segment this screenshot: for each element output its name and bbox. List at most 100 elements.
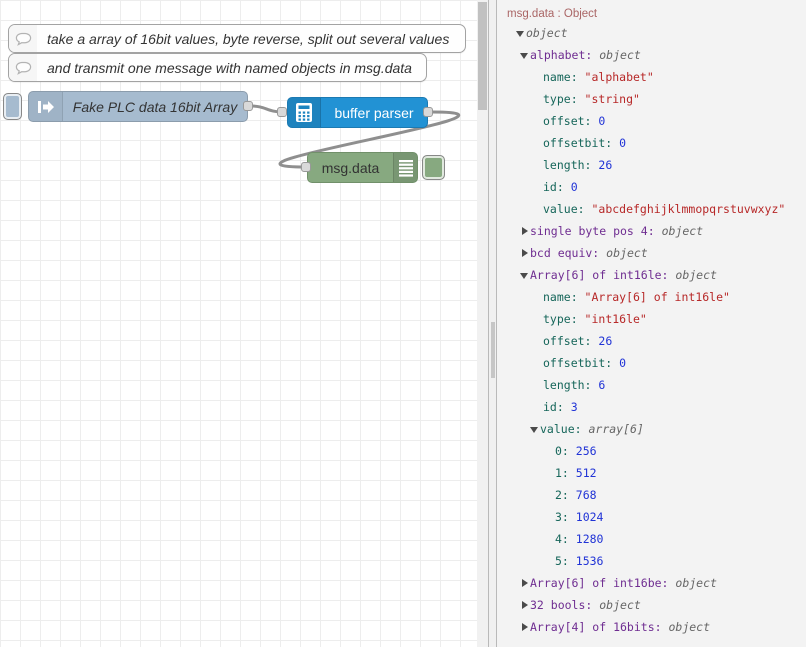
debug-node[interactable]: msg.data [307,152,418,183]
debug-row: 3: 1024 [497,506,806,528]
debug-row: name: "Array[6] of int16le" [497,286,806,308]
debug-key: offset: [543,114,598,128]
debug-key: id: [543,400,571,414]
collapse-arrow-icon[interactable] [520,49,530,61]
debug-key: name: [543,70,585,84]
debug-row: offsetbit: 0 [497,132,806,154]
debug-value: "int16le" [585,312,647,326]
buffer-parser-node[interactable]: buffer parser [287,97,428,128]
debug-tree: objectalphabet: objectname: "alphabet"ty… [497,22,806,638]
debug-row: offset: 26 [497,330,806,352]
debug-value: 0 [619,136,626,150]
calculator-icon [288,98,321,127]
arrow-spacer [533,401,543,413]
debug-value: "abcdefghijklmmopqrstuvwxyz" [591,202,785,216]
arrow-spacer [545,555,555,567]
debug-row: 4: 1280 [497,528,806,550]
expand-arrow-icon[interactable] [520,225,530,237]
debug-key: Array[4] of 16bits: [530,620,668,634]
collapse-arrow-icon[interactable] [530,423,540,435]
separator-grip[interactable] [491,322,495,378]
debug-value: 26 [598,334,612,348]
debug-value: 768 [576,488,597,502]
debug-row[interactable]: single byte pos 4: object [497,220,806,242]
inject-node-label: Fake PLC data 16bit Array [63,99,247,115]
debug-row[interactable]: Array[6] of int16le: object [497,264,806,286]
expand-arrow-icon[interactable] [520,599,530,611]
inject-output-port[interactable] [243,101,253,111]
debug-row: id: 0 [497,176,806,198]
debug-key: type: [543,92,585,106]
debug-key: offsetbit: [543,356,619,370]
arrow-spacer [545,445,555,457]
node-red-editor: take a array of 16bit values, byte rever… [0,0,806,647]
debug-key: offsetbit: [543,136,619,150]
canvas-vertical-scrollbar[interactable] [477,0,488,647]
debug-value: object [606,246,648,260]
buffer-parser-input-port[interactable] [277,107,287,117]
debug-row[interactable]: Array[6] of int16be: object [497,572,806,594]
arrow-spacer [533,181,543,193]
debug-value: 256 [576,444,597,458]
debug-row: length: 26 [497,154,806,176]
debug-key: type: [543,312,585,326]
arrow-spacer [545,489,555,501]
arrow-spacer [533,379,543,391]
debug-toggle-button[interactable] [422,155,445,180]
buffer-parser-label: buffer parser [321,105,427,121]
debug-row[interactable]: bcd equiv: object [497,242,806,264]
debug-key: bcd equiv: [530,246,606,260]
debug-row[interactable]: object [497,22,806,44]
comment-node[interactable]: take a array of 16bit values, byte rever… [8,24,466,53]
arrow-spacer [533,71,543,83]
debug-value: 26 [598,158,612,172]
debug-row[interactable]: value: array[6] [497,418,806,440]
arrow-spacer [533,291,543,303]
debug-key: Array[6] of int16le: [530,268,675,282]
debug-key: id: [543,180,571,194]
arrow-spacer [533,335,543,347]
scrollbar-thumb[interactable] [478,2,487,110]
debug-row: 0: 256 [497,440,806,462]
debug-value: object [599,48,641,62]
debug-input-port[interactable] [301,162,311,172]
debug-key: 0: [555,444,576,458]
collapse-arrow-icon[interactable] [520,269,530,281]
debug-key: 3: [555,510,576,524]
debug-value: 0 [598,114,605,128]
arrow-spacer [533,137,543,149]
debug-row: 5: 1536 [497,550,806,572]
collapse-arrow-icon[interactable] [516,27,526,39]
inject-node[interactable]: Fake PLC data 16bit Array [28,91,248,122]
debug-node-label: msg.data [308,160,393,176]
expand-arrow-icon[interactable] [520,247,530,259]
flow-canvas[interactable]: take a array of 16bit values, byte rever… [0,0,477,647]
inject-icon [29,92,63,121]
debug-value: 1536 [576,554,604,568]
debug-row: type: "int16le" [497,308,806,330]
debug-row: offset: 0 [497,110,806,132]
debug-row: offsetbit: 0 [497,352,806,374]
debug-row: value: "abcdefghijklmmopqrstuvwxyz" [497,198,806,220]
debug-key: name: [543,290,585,304]
debug-value: 0 [571,180,578,194]
arrow-spacer [533,159,543,171]
comment-node[interactable]: and transmit one message with named obje… [8,53,427,82]
comment-label: take a array of 16bit values, byte rever… [37,31,449,47]
debug-row[interactable]: 32 bools: object [497,594,806,616]
comment-bubble-icon [9,25,37,52]
expand-arrow-icon[interactable] [520,621,530,633]
debug-key: 32 bools: [530,598,599,612]
debug-key: length: [543,158,598,172]
debug-key: 1: [555,466,576,480]
comment-label: and transmit one message with named obje… [37,60,412,76]
debug-message-path: msg.data : Object [507,6,806,22]
debug-value: "alphabet" [585,70,654,84]
buffer-parser-output-port[interactable] [423,107,433,117]
debug-row[interactable]: Array[4] of 16bits: object [497,616,806,638]
debug-key: 2: [555,488,576,502]
sidebar-separator[interactable] [488,0,497,647]
debug-row[interactable]: alphabet: object [497,44,806,66]
inject-button[interactable] [3,93,22,120]
expand-arrow-icon[interactable] [520,577,530,589]
